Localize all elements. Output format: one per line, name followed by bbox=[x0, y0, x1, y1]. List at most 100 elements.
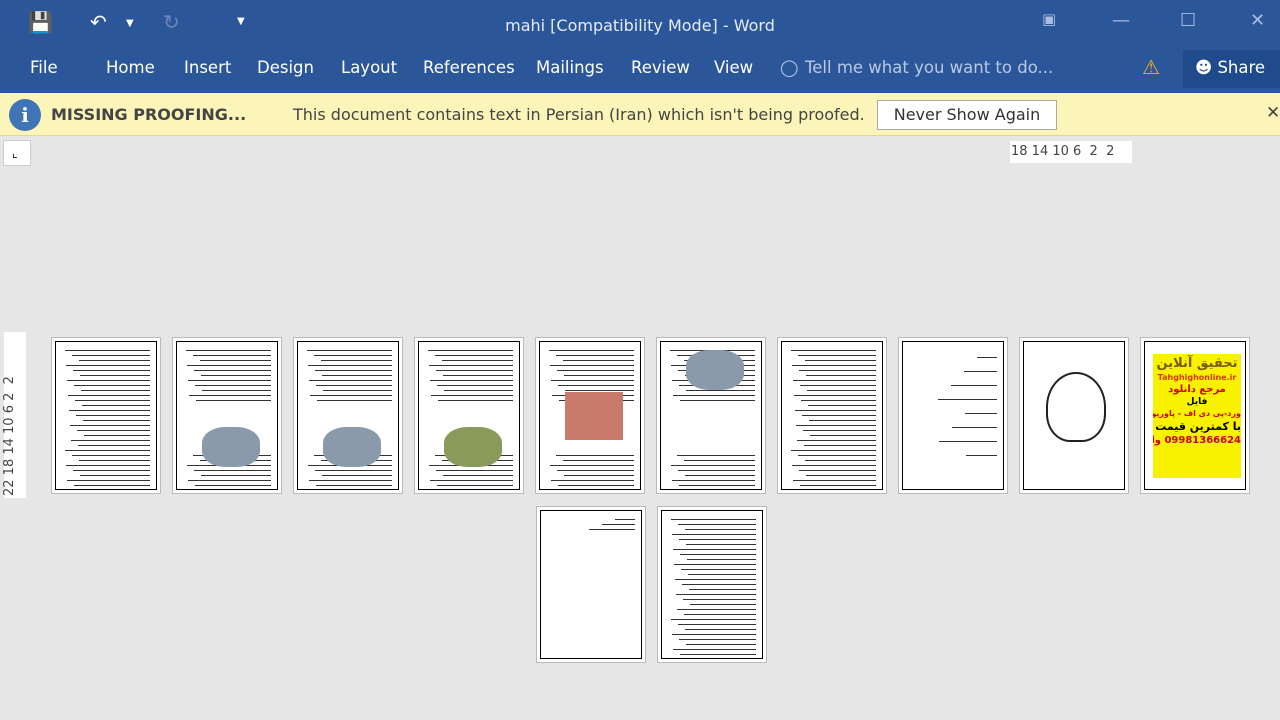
text-line bbox=[323, 390, 392, 392]
text-line bbox=[188, 480, 271, 482]
document-page[interactable] bbox=[898, 337, 1008, 494]
text-line bbox=[309, 480, 392, 482]
text-line bbox=[189, 395, 271, 397]
text-line bbox=[805, 460, 876, 462]
text-line bbox=[195, 385, 271, 387]
text-line bbox=[186, 350, 271, 352]
text-line bbox=[557, 370, 634, 372]
document-page[interactable]: تحقیق آنلاین Tahghighonline.ir مرجع دانلود… bbox=[1140, 337, 1250, 494]
close-message-icon[interactable]: ✕ bbox=[1266, 103, 1280, 123]
document-page[interactable] bbox=[414, 337, 524, 494]
tab-layout[interactable]: Layout bbox=[341, 58, 397, 77]
page-border bbox=[661, 510, 763, 659]
close-button[interactable]: ✕ bbox=[1250, 10, 1265, 31]
ad-line: Tahghighonline.ir bbox=[1157, 373, 1237, 382]
text-line bbox=[79, 460, 150, 462]
page-border bbox=[176, 341, 278, 490]
text-line bbox=[671, 619, 756, 621]
text-line bbox=[809, 420, 876, 422]
maximize-button[interactable]: ☐ bbox=[1180, 10, 1196, 31]
text-line bbox=[73, 470, 150, 472]
horizontal-ruler[interactable]: 18 14 10 6 2 2 bbox=[1010, 141, 1132, 163]
document-page[interactable] bbox=[657, 506, 767, 663]
text-line bbox=[65, 350, 150, 352]
text-line bbox=[686, 390, 755, 392]
never-show-again-button[interactable]: Never Show Again bbox=[877, 100, 1057, 130]
text-line bbox=[550, 465, 634, 467]
text-line bbox=[810, 435, 876, 437]
text-line bbox=[438, 400, 513, 402]
tab-selector[interactable]: ⌞ bbox=[3, 140, 31, 166]
page-image bbox=[565, 392, 623, 440]
text-line bbox=[804, 445, 876, 447]
vertical-ruler[interactable]: 22 18 14 10 6 2 2 bbox=[2, 332, 26, 498]
tab-references[interactable]: References bbox=[423, 58, 515, 77]
text-line bbox=[678, 624, 756, 626]
document-page[interactable] bbox=[535, 337, 645, 494]
page-border bbox=[297, 341, 399, 490]
text-line bbox=[671, 519, 756, 521]
text-line bbox=[443, 375, 513, 377]
tab-mailings[interactable]: Mailings bbox=[536, 58, 604, 77]
text-line bbox=[808, 405, 876, 407]
document-page[interactable] bbox=[777, 337, 887, 494]
page-border: تحقیق آنلاین Tahghighonline.ir مرجع دانلود… bbox=[1144, 341, 1246, 490]
tab-file[interactable]: File bbox=[30, 58, 58, 77]
person-icon: ☻ bbox=[1195, 58, 1213, 77]
tab-review[interactable]: Review bbox=[631, 58, 690, 77]
text-line bbox=[558, 485, 634, 487]
text-line bbox=[671, 465, 755, 467]
text-line bbox=[549, 350, 634, 352]
document-page[interactable] bbox=[293, 337, 403, 494]
text-line bbox=[680, 400, 755, 402]
text-line bbox=[74, 485, 150, 487]
lightbulb-icon: ◯ bbox=[780, 58, 799, 77]
text-line bbox=[792, 365, 876, 367]
text-line bbox=[70, 425, 150, 427]
text-line bbox=[686, 544, 756, 546]
text-line bbox=[82, 405, 150, 407]
document-page[interactable] bbox=[51, 337, 161, 494]
page-border bbox=[660, 341, 762, 490]
text-line bbox=[673, 649, 756, 651]
text-line bbox=[310, 395, 392, 397]
page-image bbox=[686, 350, 744, 390]
warning-icon[interactable]: ⚠ bbox=[1142, 55, 1160, 79]
tab-design[interactable]: Design bbox=[257, 58, 314, 77]
info-icon: i bbox=[9, 99, 41, 131]
text-line bbox=[679, 639, 756, 641]
tab-view[interactable]: View bbox=[714, 58, 753, 77]
ribbon-display-icon[interactable]: ▣ bbox=[1042, 10, 1056, 28]
document-page[interactable] bbox=[536, 506, 646, 663]
document-page[interactable] bbox=[172, 337, 282, 494]
tell-me-input[interactable]: Tell me what you want to do... bbox=[805, 58, 1053, 77]
text-line bbox=[77, 430, 150, 432]
text-line bbox=[80, 475, 150, 477]
text-line bbox=[684, 614, 756, 616]
text-line bbox=[81, 390, 150, 392]
minimize-button[interactable]: — bbox=[1112, 10, 1130, 31]
text-line bbox=[67, 480, 150, 482]
text-line bbox=[315, 470, 392, 472]
text-line bbox=[322, 375, 392, 377]
text-line bbox=[792, 465, 876, 467]
text-line bbox=[84, 435, 150, 437]
text-line bbox=[315, 370, 392, 372]
text-line bbox=[800, 485, 876, 487]
tab-insert[interactable]: Insert bbox=[184, 58, 231, 77]
tab-home[interactable]: Home bbox=[106, 58, 155, 77]
share-label: Share bbox=[1217, 58, 1266, 77]
text-line bbox=[307, 350, 392, 352]
text-line bbox=[801, 400, 876, 402]
text-line bbox=[73, 370, 150, 372]
text-line bbox=[309, 380, 392, 382]
document-page[interactable] bbox=[656, 337, 766, 494]
document-page[interactable] bbox=[1019, 337, 1129, 494]
text-line bbox=[437, 485, 513, 487]
text-line bbox=[436, 370, 513, 372]
ad-line: مرجع دانلود bbox=[1168, 384, 1226, 395]
share-button[interactable]: ☻ Share bbox=[1183, 50, 1280, 88]
page-border bbox=[540, 510, 642, 659]
page-border bbox=[55, 341, 157, 490]
text-line bbox=[428, 350, 513, 352]
